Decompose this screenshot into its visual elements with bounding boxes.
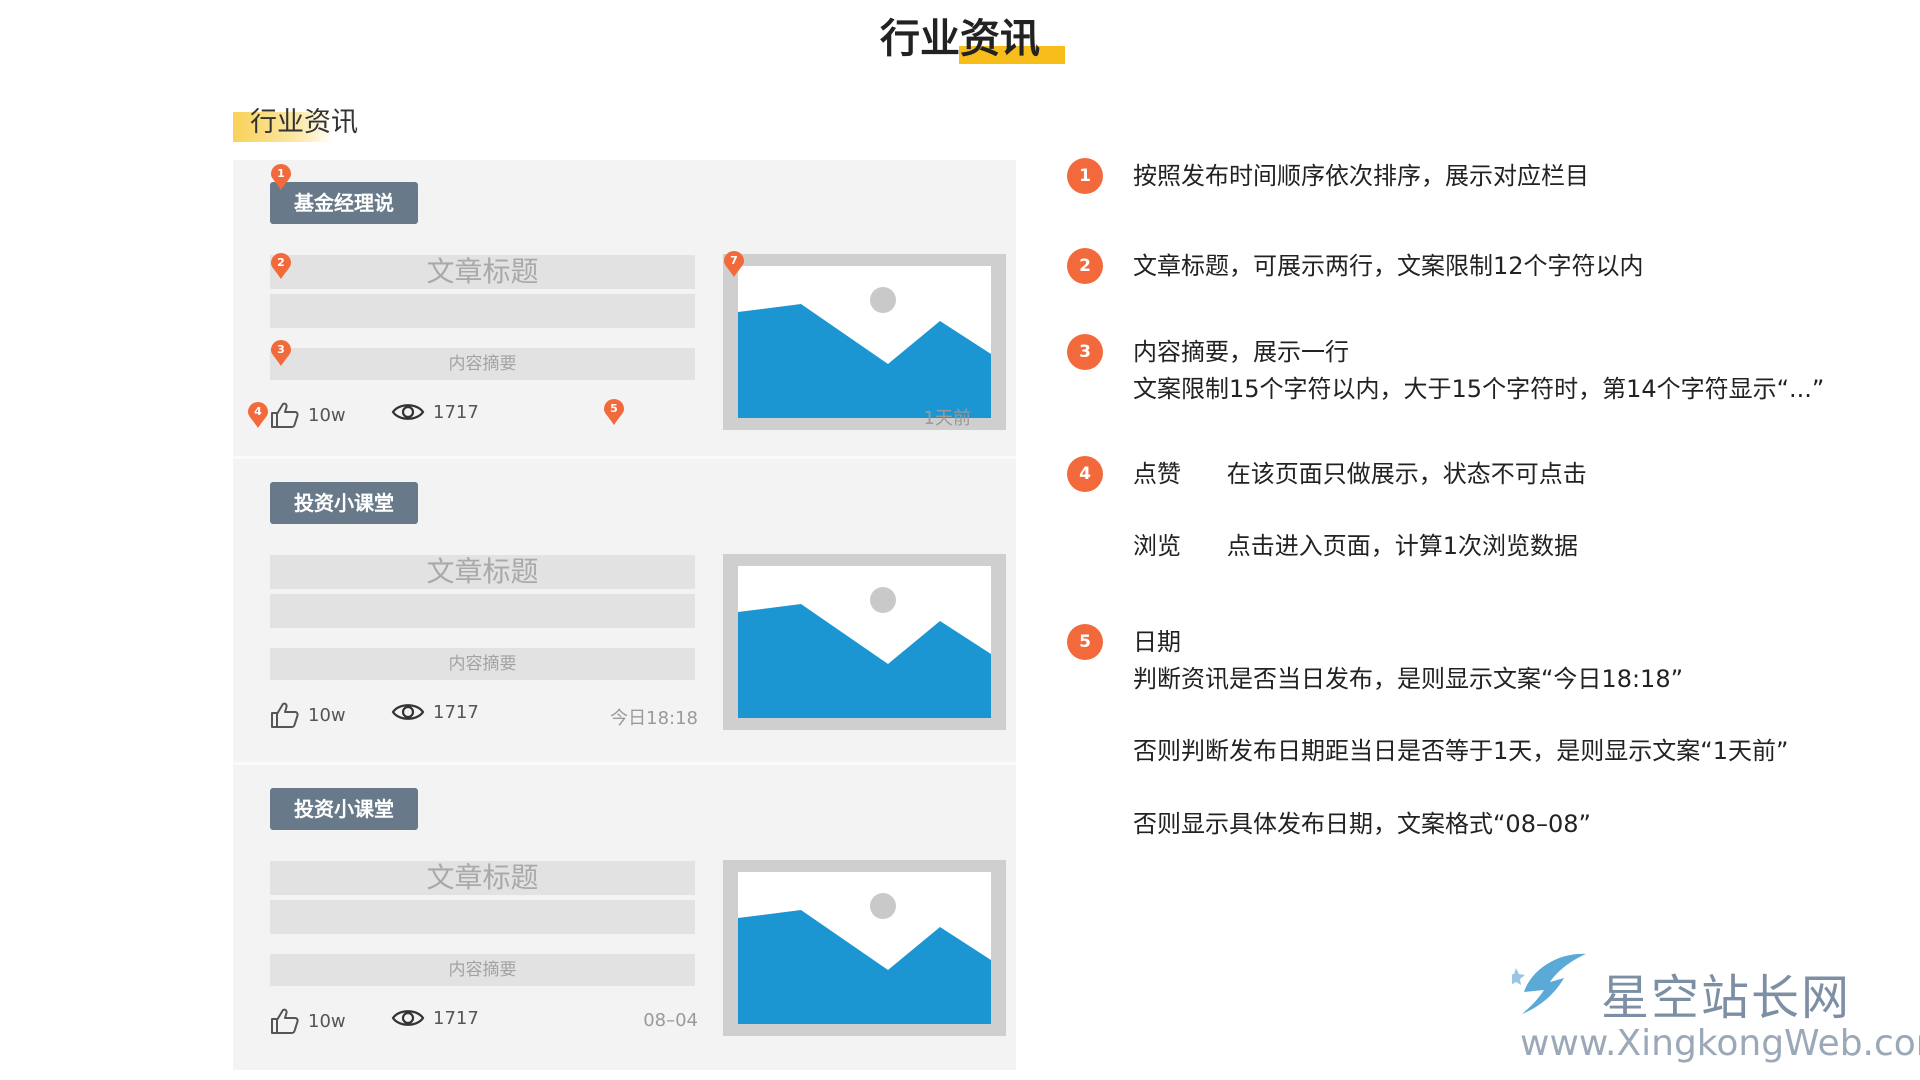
annotation-pin-number: 2 — [277, 256, 285, 269]
note-5-line2: 判断资讯是否当日发布，是则显示文案“今日18:18” — [1133, 665, 1684, 693]
view-count: 1717 — [391, 701, 479, 723]
eye-icon — [391, 1010, 425, 1026]
watermark-url: www.XingkongWeb.com — [1520, 1023, 1920, 1064]
annotation-pin-number: 7 — [730, 254, 738, 267]
card-divider — [233, 456, 1016, 459]
note-badge: 3 — [1067, 334, 1103, 370]
view-count: 1717 — [391, 1007, 479, 1029]
image-placeholder-icon — [738, 266, 991, 418]
note-text: 点赞 在该页面只做展示，状态不可点击 — [1133, 460, 1587, 488]
note-badge: 1 — [1067, 158, 1103, 194]
note-text: 文章标题，可展示两行，文案限制12个字符以内 — [1133, 252, 1644, 280]
annotation-pin-number: 3 — [277, 343, 285, 356]
article-title[interactable]: 文章标题 — [270, 555, 695, 589]
image-placeholder-icon — [738, 566, 991, 718]
category-tag[interactable]: 基金经理说 — [270, 182, 418, 224]
section-title: 行业资讯 — [250, 107, 358, 138]
note-badge: 2 — [1067, 248, 1103, 284]
article-title[interactable]: 文章标题 — [270, 255, 695, 289]
note-2: 2 文章标题，可展示两行，文案限制12个字符以内 — [1067, 248, 1644, 285]
annotation-pin-4: 4 — [248, 402, 268, 428]
thumbs-up-icon — [271, 1008, 299, 1034]
annotation-pin-5: 5 — [604, 399, 624, 425]
category-tag[interactable]: 投资小课堂 — [270, 788, 418, 830]
note-text: 按照发布时间顺序依次排序，展示对应栏目 — [1133, 162, 1589, 190]
article-title-line2 — [270, 294, 695, 328]
card-divider — [233, 762, 1016, 765]
note-5-line4: 否则显示具体发布日期，文案格式“08–08” — [1133, 810, 1591, 838]
annotation-pin-1: 1 — [271, 164, 291, 190]
image-placeholder-icon — [738, 872, 991, 1024]
thumbs-up-icon — [271, 402, 299, 428]
eye-icon — [391, 704, 425, 720]
like-count-value: 10w — [308, 404, 346, 426]
note-3: 3 内容摘要，展示一行 — [1067, 334, 1349, 371]
annotation-pin-number: 4 — [254, 405, 262, 418]
news-card[interactable]: 投资小课堂 文章标题 内容摘要 10w 1717 今日18:18 — [233, 460, 1016, 756]
article-title-line2 — [270, 900, 695, 934]
view-count-value: 1717 — [433, 701, 479, 723]
article-summary: 内容摘要 — [270, 648, 695, 680]
watermark-logo-icon — [1512, 953, 1586, 1014]
category-tag[interactable]: 投资小课堂 — [270, 482, 418, 524]
annotation-pin-number: 1 — [277, 167, 285, 180]
watermark-brand: 星空站长网 — [1601, 970, 1852, 1026]
page-title: 行业资讯 — [0, 6, 1920, 64]
article-title-line2 — [270, 594, 695, 628]
note-4: 4 点赞 在该页面只做展示，状态不可点击 — [1067, 456, 1587, 493]
note-text: 日期 — [1133, 628, 1181, 656]
page-title-text: 行业资讯 — [880, 16, 1040, 62]
note-5-line3: 否则判断发布日期距当日是否等于1天，是则显示文案“1天前” — [1133, 737, 1789, 765]
like-count: 10w — [270, 1007, 346, 1035]
view-count-value: 1717 — [433, 401, 479, 423]
publish-date: 今日18:18 — [610, 708, 698, 729]
annotation-pin-2: 2 — [271, 253, 291, 279]
like-count-value: 10w — [308, 704, 346, 726]
publish-date: 1天前 — [923, 408, 971, 429]
note-3-detail: 文案限制15个字符以内，大于15个字符时，第14个字符显示“...” — [1133, 375, 1825, 403]
like-count: 10w — [270, 701, 346, 729]
news-card[interactable]: 基金经理说 文章标题 内容摘要 10w 1717 1天前 — [233, 160, 1016, 456]
note-text: 内容摘要，展示一行 — [1133, 338, 1349, 366]
annotation-pin-7: 7 — [724, 251, 744, 277]
article-title[interactable]: 文章标题 — [270, 861, 695, 895]
eye-icon — [391, 404, 425, 420]
news-card[interactable]: 投资小课堂 文章标题 内容摘要 10w 1717 08–04 — [233, 766, 1016, 1062]
thumbs-up-icon — [271, 702, 299, 728]
like-count-value: 10w — [308, 1010, 346, 1032]
note-badge: 4 — [1067, 456, 1103, 492]
article-thumbnail[interactable] — [723, 554, 1006, 730]
view-count-value: 1717 — [433, 1007, 479, 1029]
article-thumbnail[interactable] — [723, 860, 1006, 1036]
note-badge: 5 — [1067, 624, 1103, 660]
note-1: 1 按照发布时间顺序依次排序，展示对应栏目 — [1067, 158, 1589, 195]
annotation-pin-3: 3 — [271, 340, 291, 366]
view-count: 1717 — [391, 401, 479, 423]
article-summary: 内容摘要 — [270, 348, 695, 380]
article-summary: 内容摘要 — [270, 954, 695, 986]
publish-date: 08–04 — [643, 1010, 698, 1031]
note-5: 5 日期 — [1067, 624, 1181, 661]
like-count: 10w — [270, 401, 346, 429]
annotation-pin-number: 5 — [610, 402, 618, 415]
note-4-detail: 浏览 点击进入页面，计算1次浏览数据 — [1133, 532, 1579, 560]
